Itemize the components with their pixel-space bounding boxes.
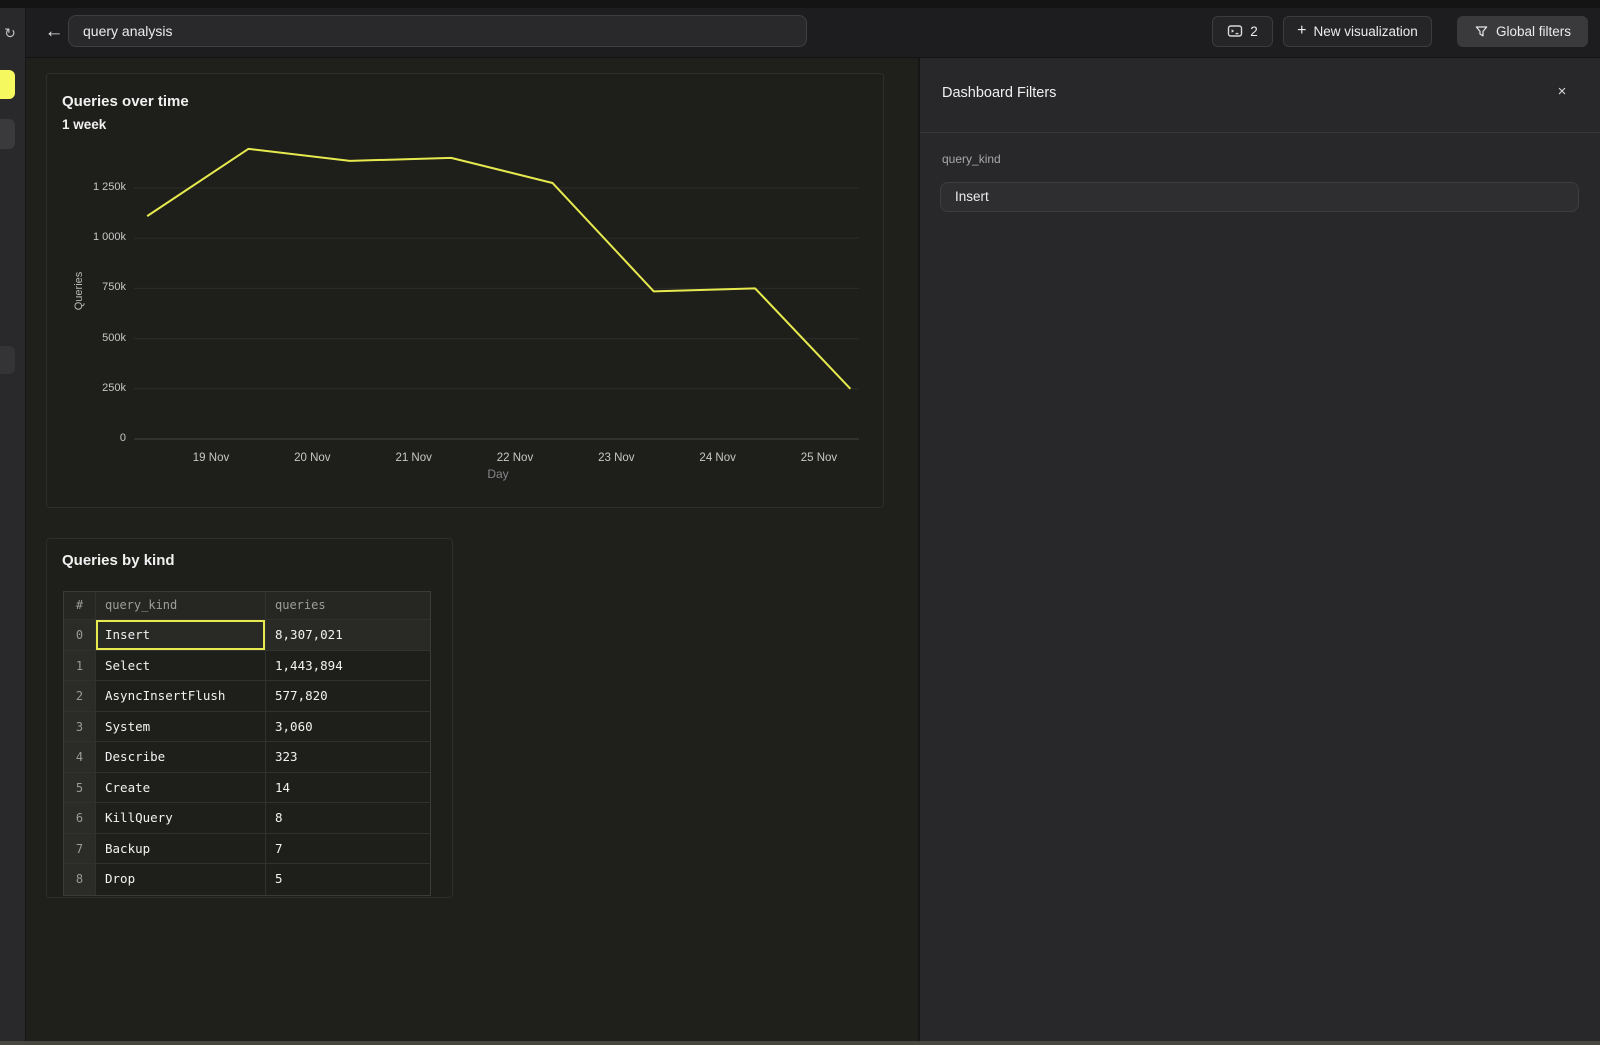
x-tick-label: 24 Nov: [678, 452, 758, 464]
query-kind-cell[interactable]: Drop: [96, 864, 266, 895]
sidebar: ↻: [0, 8, 26, 1045]
sidebar-item-active[interactable]: [0, 70, 15, 99]
query-kind-cell[interactable]: KillQuery: [96, 803, 266, 834]
table-title: Queries by kind: [62, 552, 175, 569]
y-tick-label: 1 250k: [54, 181, 126, 193]
row-index-cell: 4: [64, 742, 96, 773]
x-tick-label: 23 Nov: [576, 452, 656, 464]
dashboard-title-input[interactable]: query analysis: [68, 15, 807, 47]
queries-value-cell[interactable]: 8,307,021: [266, 620, 430, 651]
back-button[interactable]: ←: [40, 15, 68, 49]
table-header-queries: queries: [266, 592, 430, 620]
y-tick-label: 1 000k: [54, 231, 126, 243]
queries-by-kind-card: Queries by kind #query_kindqueries 0Inser…: [46, 538, 453, 898]
dashboard-canvas: Queries over time 1 week Queries Day 025…: [26, 58, 918, 1045]
query-kind-cell[interactable]: Describe: [96, 742, 266, 773]
x-tick-label: 22 Nov: [475, 452, 555, 464]
x-tick-label: 19 Nov: [171, 452, 251, 464]
queries-value-cell[interactable]: 5: [266, 864, 430, 895]
y-tick-label: 0: [54, 432, 126, 444]
x-axis-title: Day: [458, 467, 538, 481]
query-kind-cell[interactable]: Insert: [96, 620, 266, 651]
chart-plot-area: [47, 74, 885, 509]
query-kind-filter-value: Insert: [955, 189, 989, 204]
query-kind-filter-input[interactable]: Insert: [940, 182, 1579, 212]
plus-icon: +: [1297, 22, 1306, 40]
row-index-cell: 1: [64, 651, 96, 682]
sql-console-icon: [1227, 23, 1243, 39]
queries-value-cell[interactable]: 577,820: [266, 681, 430, 712]
table-header-index: #: [64, 592, 96, 620]
row-index-cell: 7: [64, 834, 96, 865]
sidebar-item[interactable]: [0, 346, 15, 374]
panel-divider: [920, 132, 1600, 133]
query-kind-cell[interactable]: System: [96, 712, 266, 743]
x-tick-label: 20 Nov: [272, 452, 352, 464]
queries-by-kind-table: #query_kindqueries 0Insert8,307,021 1Selec…: [63, 591, 431, 896]
global-filters-label: Global filters: [1496, 24, 1571, 39]
queries-over-time-card: Queries over time 1 week Queries Day 025…: [46, 73, 884, 508]
queries-value-cell[interactable]: 14: [266, 773, 430, 804]
filters-panel-title: Dashboard Filters: [942, 85, 1056, 101]
query-kind-cell[interactable]: Backup: [96, 834, 266, 865]
top-bar: ← query analysis 2 + New visualization: [26, 8, 1600, 58]
sidebar-item[interactable]: [0, 119, 15, 149]
x-tick-label: 21 Nov: [374, 452, 454, 464]
global-filters-button[interactable]: Global filters: [1457, 16, 1588, 47]
row-index-cell: 3: [64, 712, 96, 743]
new-visualization-button[interactable]: + New visualization: [1283, 16, 1432, 47]
topbar-actions: 2 + New visualization Global filters: [1212, 15, 1588, 47]
row-index-cell: 0: [64, 620, 96, 651]
window-bottom-edge: [0, 1041, 1600, 1045]
table-header-query_kind: query_kind: [96, 592, 266, 620]
x-tick-label: 25 Nov: [779, 452, 859, 464]
y-tick-label: 500k: [54, 332, 126, 344]
row-index-cell: 6: [64, 803, 96, 834]
queries-series-line: [147, 149, 850, 389]
visualization-count-button[interactable]: 2: [1212, 16, 1273, 47]
filter-funnel-icon: [1474, 24, 1489, 39]
queries-value-cell[interactable]: 323: [266, 742, 430, 773]
app-window: ↻ ← query analysis 2 + New visualization: [0, 0, 1600, 1045]
row-index-cell: 5: [64, 773, 96, 804]
dashboard-title-value: query analysis: [83, 23, 173, 39]
queries-value-cell[interactable]: 1,443,894: [266, 651, 430, 682]
queries-value-cell[interactable]: 3,060: [266, 712, 430, 743]
row-index-cell: 8: [64, 864, 96, 895]
new-visualization-label: New visualization: [1314, 24, 1418, 39]
queries-over-time-chart: Queries Day 0250k500k750k1 000k1 250k19 …: [47, 74, 885, 509]
close-icon[interactable]: ×: [1552, 82, 1572, 102]
dashboard-filters-panel: Dashboard Filters × query_kind Insert: [918, 58, 1600, 1045]
query-kind-cell[interactable]: Select: [96, 651, 266, 682]
filter-field-label: query_kind: [942, 152, 1001, 166]
refresh-icon[interactable]: ↻: [1, 24, 19, 42]
window-top-edge: [0, 0, 1600, 8]
queries-value-cell[interactable]: 7: [266, 834, 430, 865]
query-kind-cell[interactable]: AsyncInsertFlush: [96, 681, 266, 712]
queries-value-cell[interactable]: 8: [266, 803, 430, 834]
query-kind-cell[interactable]: Create: [96, 773, 266, 804]
y-tick-label: 250k: [54, 382, 126, 394]
row-index-cell: 2: [64, 681, 96, 712]
visualization-count: 2: [1250, 24, 1258, 39]
y-tick-label: 750k: [54, 281, 126, 293]
